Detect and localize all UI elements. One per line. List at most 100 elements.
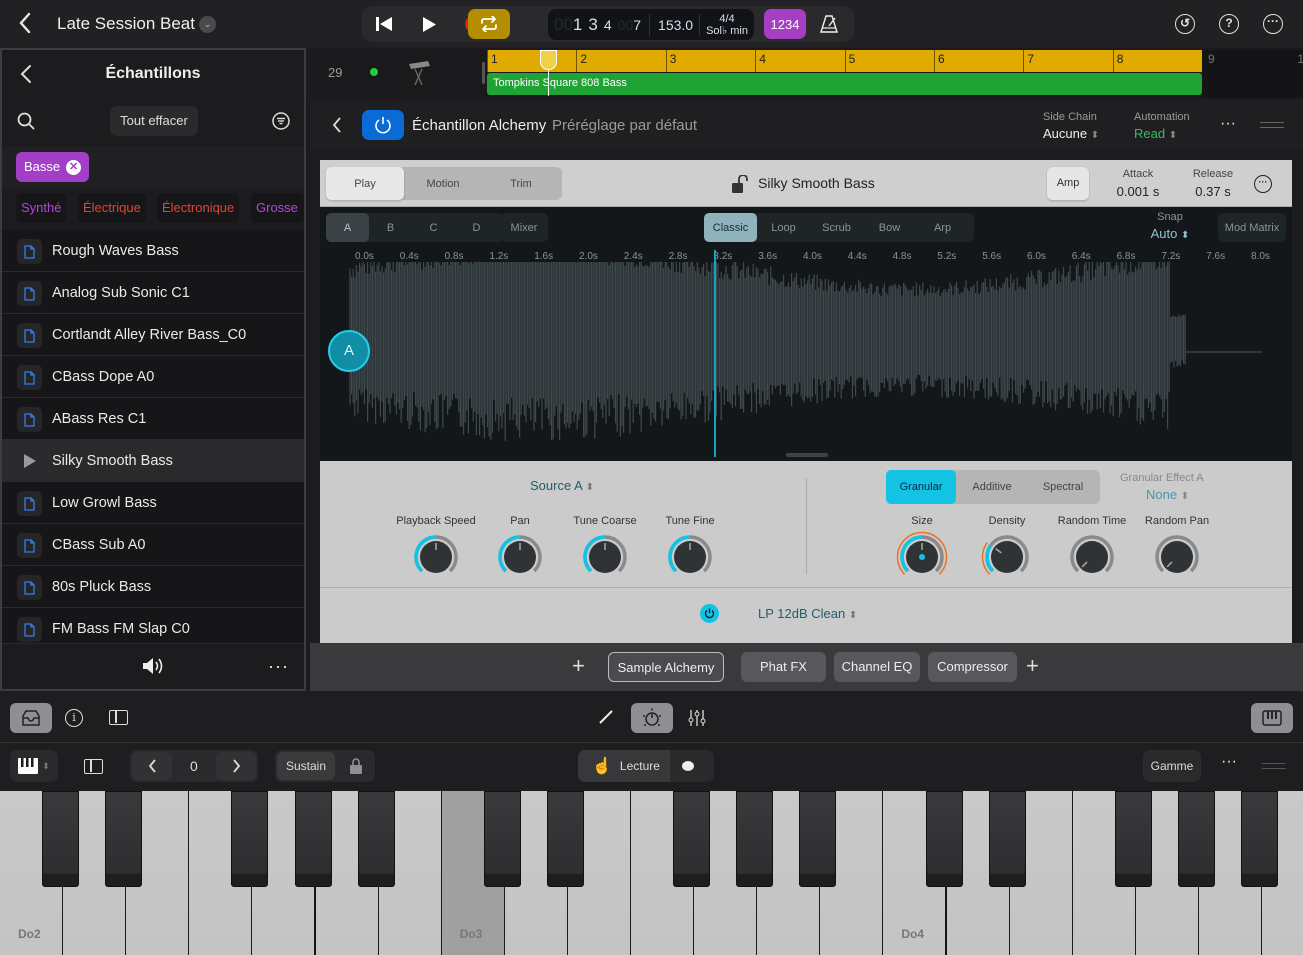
amp-button[interactable]: Amp (1047, 167, 1089, 200)
play-icon[interactable] (409, 6, 449, 42)
metronome-icon[interactable] (814, 6, 844, 42)
drag-handle-icon[interactable] (1262, 763, 1286, 769)
more-icon[interactable]: ··· (1263, 14, 1283, 34)
back-icon[interactable] (18, 12, 40, 36)
black-key[interactable] (294, 791, 332, 887)
black-key[interactable] (357, 791, 395, 887)
fx-slot-channel-eq[interactable]: Channel EQ (834, 652, 920, 682)
tab-motion[interactable]: Motion (404, 167, 482, 200)
black-key[interactable] (483, 791, 521, 887)
tab-source-c[interactable]: C (412, 213, 455, 242)
octave-up-button[interactable] (216, 752, 256, 780)
tab-trim[interactable]: Trim (482, 167, 560, 200)
play-preview-icon[interactable] (24, 454, 36, 473)
drag-handle-icon[interactable] (1260, 122, 1284, 128)
instrument-type-select[interactable]: ⬍ (10, 750, 58, 782)
category-synthe[interactable]: Synthé (16, 193, 67, 223)
more-options-icon[interactable]: ··· (1254, 175, 1272, 193)
side-chain-select[interactable]: Aucune ⬍ (1043, 126, 1099, 141)
undo-icon[interactable]: ↺ (1175, 14, 1195, 34)
browser-toggle-button[interactable] (10, 703, 52, 733)
snap-select[interactable]: Auto ⬍ (1140, 226, 1200, 241)
filter-power-icon[interactable] (700, 604, 719, 623)
sample-list-item[interactable]: Low Growl Bass (2, 482, 304, 524)
tab-scrub[interactable]: Scrub (810, 213, 863, 242)
knob[interactable] (981, 531, 1033, 583)
knob[interactable] (1151, 531, 1203, 583)
cycle-button[interactable] (468, 9, 510, 39)
tab-granular[interactable]: Granular (886, 470, 956, 504)
granular-effect-select[interactable]: None ⬍ (1146, 487, 1189, 502)
black-key[interactable] (799, 791, 837, 887)
smart-controls-button[interactable] (631, 703, 673, 733)
source-select[interactable]: Source A ⬍ (530, 478, 594, 493)
resize-handle[interactable] (786, 453, 828, 457)
sample-list-item[interactable]: ABass Res C1 (2, 398, 304, 440)
add-plugin-before-icon[interactable]: + (572, 655, 585, 677)
back-icon[interactable] (332, 116, 342, 139)
tab-bow[interactable]: Bow (863, 213, 916, 242)
sample-list-item[interactable]: CBass Sub A0 (2, 524, 304, 566)
octave-down-button[interactable] (132, 752, 172, 780)
waveform-editor[interactable]: A B C D Mixer Classic Loop Scrub Bow Arp… (320, 207, 1292, 461)
knob[interactable] (410, 531, 462, 583)
sample-list-item[interactable]: Analog Sub Sonic C1 (2, 272, 304, 314)
category-electronique[interactable]: Électronique (157, 193, 240, 223)
mixer-button[interactable]: Mixer (500, 213, 548, 242)
source-a-marker[interactable]: A (328, 330, 370, 372)
pencil-icon[interactable] (598, 709, 614, 730)
sidebar-toggle-icon[interactable] (84, 759, 103, 774)
preset-name[interactable]: Préréglage par défaut (552, 117, 697, 134)
more-icon[interactable]: ··· (1221, 753, 1237, 771)
info-icon[interactable]: i (65, 709, 83, 727)
lcd-display[interactable]: 00 1 3 4 00 7 153.0 4/4 Sol♭ min (548, 9, 754, 40)
filter-type-select[interactable]: LP 12dB Clean ⬍ (758, 606, 857, 621)
plugin-power-button[interactable] (362, 110, 404, 140)
black-key[interactable] (1177, 791, 1215, 887)
sample-list-item[interactable]: Silky Smooth Bass (2, 440, 304, 482)
black-key[interactable] (105, 791, 143, 887)
play-mode-button[interactable]: ☝ Lecture (578, 750, 670, 782)
filter-icon[interactable] (272, 112, 290, 135)
playhead-handle[interactable] (540, 50, 557, 70)
fx-slot-phat-fx[interactable]: Phat FX (741, 652, 826, 682)
tab-classic[interactable]: Classic (704, 213, 757, 242)
lock-icon[interactable] (350, 758, 362, 777)
black-key[interactable] (1241, 791, 1278, 887)
sample-list-item[interactable]: 80s Pluck Bass (2, 566, 304, 608)
tab-additive[interactable]: Additive (956, 470, 1028, 504)
black-key[interactable] (988, 791, 1026, 887)
tab-source-b[interactable]: B (369, 213, 412, 242)
unlock-icon[interactable] (732, 174, 748, 198)
black-key[interactable] (673, 791, 711, 887)
glissando-icon[interactable] (682, 761, 694, 771)
category-electrique[interactable]: Électrique (78, 193, 146, 223)
chevron-down-icon[interactable]: ⌄ (199, 16, 216, 33)
attack-value[interactable]: 0.001 s (1110, 184, 1166, 199)
preview-volume-icon[interactable] (142, 656, 166, 681)
tab-loop[interactable]: Loop (757, 213, 810, 242)
more-icon[interactable]: ··· (1220, 115, 1236, 133)
sample-list-item[interactable]: CBass Dope A0 (2, 356, 304, 398)
tab-play[interactable]: Play (326, 167, 404, 200)
help-icon[interactable]: ? (1219, 14, 1239, 34)
mod-matrix-button[interactable]: Mod Matrix (1218, 213, 1286, 242)
filter-chip[interactable]: Basse ✕ (16, 152, 90, 182)
keyboard-view-button[interactable] (1251, 703, 1293, 733)
release-value[interactable]: 0.37 s (1185, 184, 1241, 199)
knob[interactable] (896, 531, 948, 583)
sample-list-item[interactable]: Cortlandt Alley River Bass_C0 (2, 314, 304, 356)
track-resize-handle[interactable] (482, 62, 485, 84)
tab-arp[interactable]: Arp (916, 213, 969, 242)
project-title[interactable]: Late Session Beat (57, 14, 195, 34)
knob[interactable] (664, 531, 716, 583)
knob[interactable] (494, 531, 546, 583)
play-position-marker[interactable] (714, 250, 716, 457)
fx-slot-compressor[interactable]: Compressor (928, 652, 1017, 682)
scale-button[interactable]: Gamme (1143, 750, 1201, 782)
more-icon[interactable]: ··· (268, 656, 289, 677)
mixer-icon[interactable] (688, 709, 706, 732)
sample-list-item[interactable]: Rough Waves Bass (2, 230, 304, 272)
search-icon[interactable] (17, 112, 35, 135)
knob[interactable] (579, 531, 631, 583)
